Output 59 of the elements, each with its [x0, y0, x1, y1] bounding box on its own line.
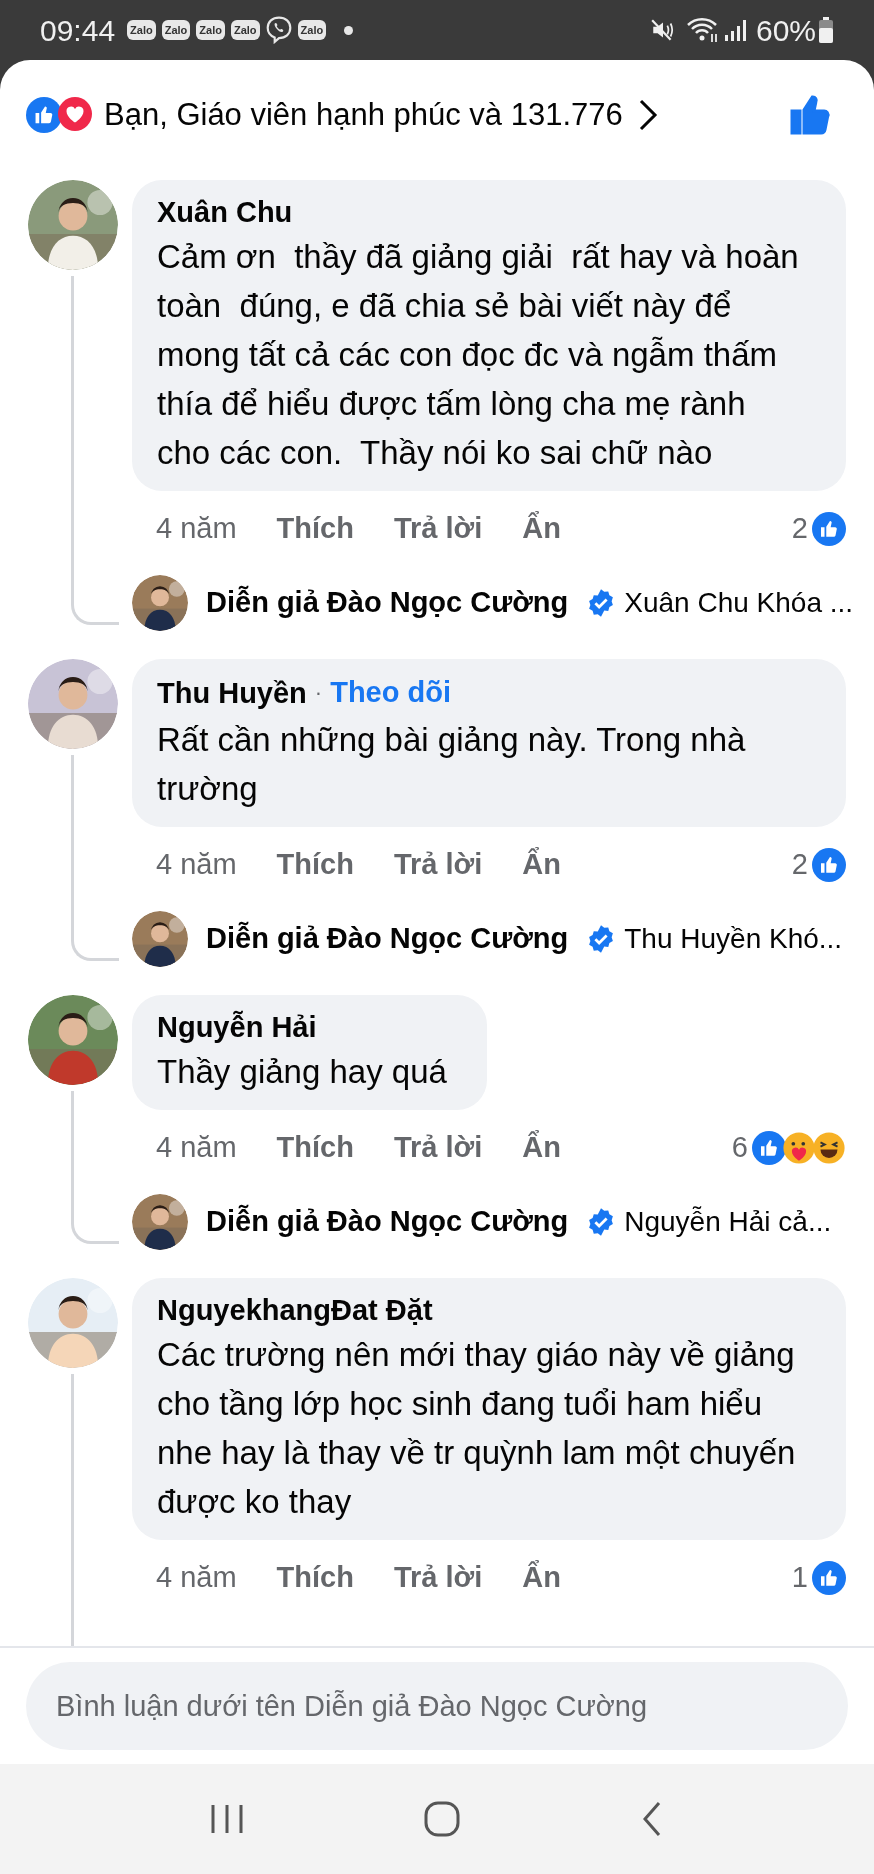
reply-preview[interactable]: Thu Huyền Khó...	[624, 917, 843, 960]
zalo-notification-icon: Zalo	[127, 20, 156, 40]
comment-action-link[interactable]: Thích	[276, 1555, 354, 1600]
comment-action-link[interactable]: Ẩn	[522, 1555, 561, 1600]
comment-action-link[interactable]: Trả lời	[393, 842, 483, 887]
laughing-emoji-icon	[812, 1130, 846, 1165]
wifi-icon	[685, 16, 720, 44]
reaction-count: 6	[731, 1129, 748, 1165]
mute-icon	[649, 17, 676, 43]
comment-action-link[interactable]: Thích	[276, 507, 354, 551]
follow-link[interactable]: Theo dõi	[330, 671, 451, 715]
comment-action-link[interactable]: Trả lời	[393, 1125, 483, 1170]
separator-dot: ·	[314, 679, 323, 708]
reaction-count: 2	[791, 846, 808, 882]
comment-action-link[interactable]: Ẩn	[522, 507, 561, 551]
like-icon	[26, 97, 62, 133]
comment-action-link[interactable]: Trả lời	[393, 507, 483, 551]
phone-bubble-icon	[265, 16, 292, 44]
hug-emoji-icon	[782, 1130, 816, 1165]
commenter-name[interactable]: Xuân Chu	[157, 192, 293, 232]
reply-preview[interactable]: Xuân Chu Khóa ...	[624, 582, 854, 624]
commenter-name[interactable]: NguyekhangĐat Đặt	[157, 1289, 433, 1330]
zalo-notification-icon: Zalo	[230, 20, 260, 40]
home-icon[interactable]	[422, 1799, 462, 1839]
reply-author-name[interactable]: Diễn giả Đào Ngọc Cường	[206, 581, 569, 625]
comment-text: Các trường nên mới thay giáo này về giảng cho tầng lớp học sinh đang tuổi ham hiểu nhe hay là thay về tr quỳnh lam một chuyến được ko thay	[157, 1334, 797, 1522]
like-icon	[812, 512, 846, 546]
battery-icon	[818, 16, 834, 44]
reaction-count: 1	[791, 1559, 808, 1595]
reply-preview[interactable]: Nguyễn Hải cả...	[624, 1200, 832, 1243]
comment-action-link[interactable]: Thích	[276, 842, 354, 887]
zalo-notification-icon: Zalo	[196, 20, 225, 40]
comment-action-link[interactable]: Ẩn	[522, 842, 561, 887]
reactions-summary[interactable]: Bạn, Giáo viên hạnh phúc và 131.776	[104, 91, 623, 139]
comment-text: Cảm ơn thầy đã giảng giải rất hay và hoàn toàn đúng, e đã chia sẻ bài viết này để mong tất cả các con đọc đc và ngẫm thấm thía để hiểu được tấm lòng cha mẹ rành cho các con. Thầy nói ko sai chữ nào	[157, 237, 800, 473]
zalo-notification-icon: Zalo	[161, 20, 191, 40]
signal-icon	[723, 18, 748, 42]
reaction-count: 2	[791, 511, 808, 547]
comment-input-field[interactable]: Bình luận dưới tên Diễn giả Đào Ngọc Cường	[26, 1662, 848, 1750]
like-icon	[752, 1130, 786, 1165]
comment-time: 4 năm	[156, 511, 237, 547]
comment-text: Thầy giảng hay quá	[157, 1051, 447, 1092]
like-icon	[812, 847, 846, 882]
status-time: 09:44	[40, 12, 116, 49]
comment-text: Rất cần những bài giảng này. Trong nhà trường	[157, 719, 747, 809]
battery-percent: 60%	[755, 12, 816, 49]
reply-author-name[interactable]: Diễn giả Đào Ngọc Cường	[206, 1199, 569, 1244]
zalo-notification-icon: Zalo	[297, 20, 327, 40]
like-icon	[812, 1560, 846, 1595]
comment-action-link[interactable]: Trả lời	[393, 1555, 483, 1600]
comment-time: 4 năm	[156, 1129, 237, 1165]
commenter-name[interactable]: Nguyễn Hải	[157, 1006, 317, 1047]
comment-time: 4 năm	[156, 846, 237, 882]
comment-time: 4 năm	[156, 1559, 237, 1595]
commenter-name[interactable]: Thu Huyền	[157, 672, 307, 713]
more-notifications-icon	[344, 25, 354, 35]
comment-action-link[interactable]: Ẩn	[522, 1125, 561, 1170]
reply-author-name[interactable]: Diễn giả Đào Ngọc Cường	[206, 916, 569, 961]
comment-action-link[interactable]: Thích	[276, 1125, 354, 1170]
